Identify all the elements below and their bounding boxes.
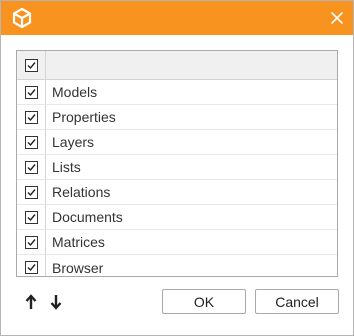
select-all-checkbox[interactable] xyxy=(24,58,38,72)
list-item[interactable]: Properties xyxy=(17,105,337,130)
item-checkbox[interactable] xyxy=(24,135,38,149)
item-label: Documents xyxy=(52,209,123,225)
list-item[interactable]: Models xyxy=(17,80,337,105)
item-label: Properties xyxy=(52,109,116,125)
cube-logo-icon xyxy=(11,7,33,29)
list-item[interactable]: Matrices xyxy=(17,230,337,255)
list-item[interactable]: Documents xyxy=(17,205,337,230)
header-label-cell xyxy=(46,51,337,79)
list-item[interactable]: Browser xyxy=(17,255,337,276)
checkbox-cell xyxy=(17,155,46,179)
arrow-down-icon[interactable] xyxy=(50,294,62,310)
list-item[interactable]: Lists xyxy=(17,155,337,180)
item-checkbox[interactable] xyxy=(24,210,38,224)
item-checkbox[interactable] xyxy=(24,261,38,274)
checkbox-cell xyxy=(17,180,46,204)
checkbox-cell xyxy=(17,230,46,254)
list-item[interactable]: Layers xyxy=(17,130,337,155)
column-list: Models Properties Layers Lists Relations Docu… xyxy=(16,50,338,277)
list-item[interactable]: Relations xyxy=(17,180,337,205)
item-checkbox[interactable] xyxy=(24,85,38,99)
header-checkbox-cell xyxy=(17,51,46,79)
item-checkbox[interactable] xyxy=(24,235,38,249)
list-header xyxy=(17,51,337,80)
item-checkbox[interactable] xyxy=(24,160,38,174)
options-dialog: Models Properties Layers Lists Relations Docu… xyxy=(0,0,354,336)
item-label: Layers xyxy=(52,134,95,150)
list-rows: Models Properties Layers Lists Relations Docu… xyxy=(17,80,337,276)
close-icon[interactable] xyxy=(329,10,345,26)
checkbox-cell xyxy=(17,105,46,129)
cancel-button[interactable]: Cancel xyxy=(255,289,339,314)
checkbox-cell xyxy=(17,255,46,276)
item-label: Browser xyxy=(52,259,104,276)
checkbox-cell xyxy=(17,130,46,154)
item-label: Lists xyxy=(52,159,81,175)
item-label: Models xyxy=(52,84,98,100)
ok-button[interactable]: OK xyxy=(162,289,246,314)
item-checkbox[interactable] xyxy=(24,185,38,199)
item-label: Relations xyxy=(52,184,111,200)
checkbox-cell xyxy=(17,80,46,104)
checkbox-cell xyxy=(17,205,46,229)
item-label: Matrices xyxy=(52,234,105,250)
arrow-up-icon[interactable] xyxy=(25,294,37,310)
item-checkbox[interactable] xyxy=(24,110,38,124)
title-bar[interactable] xyxy=(1,1,353,35)
